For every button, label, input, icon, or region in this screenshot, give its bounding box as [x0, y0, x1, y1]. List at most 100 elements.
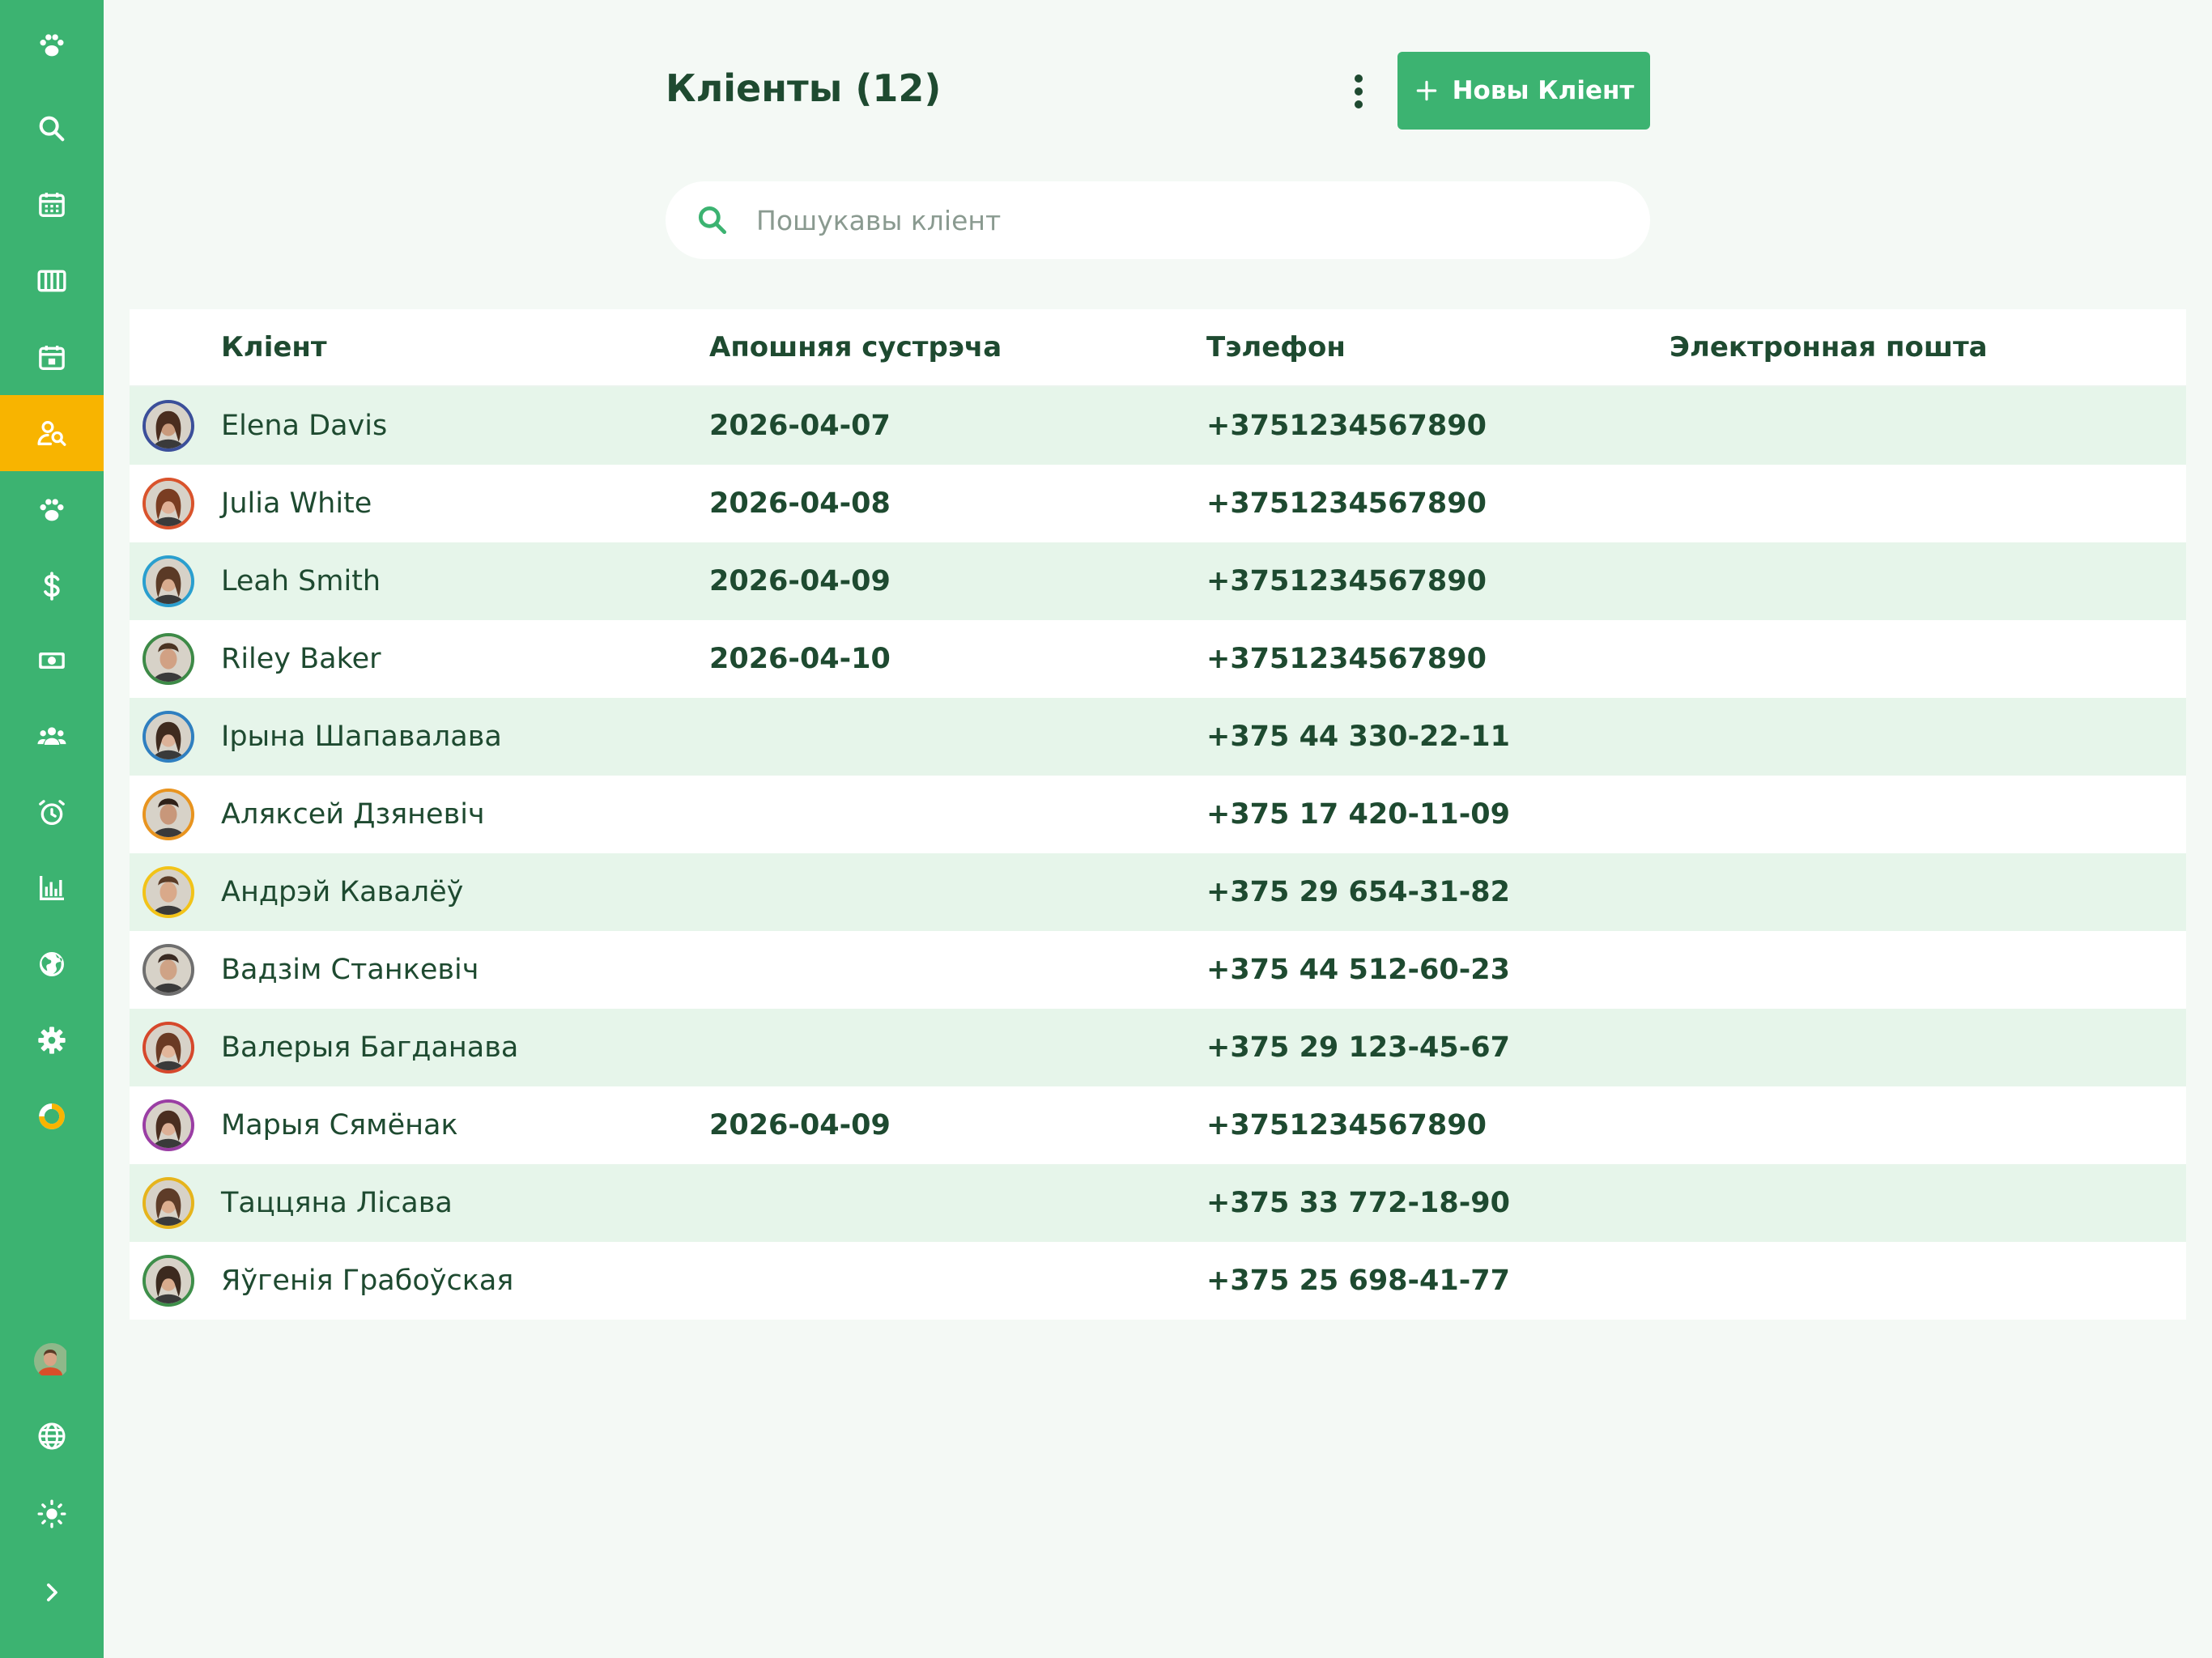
client-name: Марыя Сямёнак: [221, 1109, 458, 1141]
client-avatar: [143, 1022, 194, 1073]
donut-icon: [39, 1103, 65, 1129]
calendar-grid-icon: [39, 193, 65, 217]
bar-chart-icon: [40, 876, 64, 900]
calendar-day-icon: [39, 346, 65, 370]
client-name: Elena Davis: [221, 410, 388, 442]
alarm-clock-icon: [39, 800, 65, 825]
sun-icon: [37, 1499, 66, 1528]
table-row[interactable]: Андрэй Кавалёў +375 29 654-31-82: [130, 853, 2186, 931]
client-name: Андрэй Кавалёў: [221, 876, 464, 908]
table-row[interactable]: Riley Baker 2026-04-10 +3751234567890: [130, 620, 2186, 698]
table-row[interactable]: Вадзім Станкевіч +375 44 512-60-23: [130, 931, 2186, 1009]
user-avatar: [34, 1343, 70, 1379]
sidebar: [0, 0, 104, 1658]
table-row[interactable]: Ірына Шапавалава +375 44 330-22-11: [130, 698, 2186, 776]
users-icon: [37, 727, 66, 745]
more-vertical-icon: [1355, 74, 1363, 108]
last-visit-date: 2026-04-09: [709, 1109, 891, 1141]
client-avatar: [143, 1255, 194, 1307]
language-globe-icon: [38, 1422, 66, 1450]
client-name: Вадзім Станкевіч: [221, 954, 479, 986]
nav-staff[interactable]: [0, 699, 104, 775]
last-visit-date: 2026-04-07: [709, 410, 891, 442]
nav-language[interactable]: [0, 1398, 104, 1474]
table-row[interactable]: Яўгенія Грабоўская +375 25 698-41-77: [130, 1242, 2186, 1320]
client-avatar: [143, 555, 194, 607]
nav-progress[interactable]: [0, 1078, 104, 1154]
client-avatar: [143, 711, 194, 763]
phone-number: +3751234567890: [1206, 565, 1487, 597]
phone-number: +375 33 772-18-90: [1206, 1187, 1510, 1219]
phone-number: +375 44 512-60-23: [1206, 954, 1510, 986]
last-visit-date: 2026-04-10: [709, 643, 891, 675]
table-header: Клiент Апошняя сустрэча Тэлефон Электрон…: [130, 309, 2186, 387]
add-client-label: Новы Клiент: [1452, 76, 1635, 105]
table-row[interactable]: Марыя Сямёнак 2026-04-09 +3751234567890: [130, 1086, 2186, 1164]
nav-payments[interactable]: [0, 623, 104, 699]
client-avatar: [143, 478, 194, 529]
client-name: Riley Baker: [221, 643, 381, 675]
plus-icon: [1416, 80, 1436, 101]
search-icon: [698, 206, 727, 235]
client-avatar: [143, 633, 194, 685]
phone-number: +375 44 330-22-11: [1206, 721, 1510, 753]
table-row[interactable]: Elena Davis 2026-04-07 +3751234567890: [130, 387, 2186, 465]
phone-number: +375 25 698-41-77: [1206, 1265, 1510, 1297]
paw-icon: [40, 499, 64, 521]
nav-paws-logo[interactable]: [0, 7, 104, 83]
more-options-button[interactable]: [1338, 66, 1380, 117]
table-row[interactable]: Таццяна Лісава +375 33 772-18-90: [130, 1164, 2186, 1242]
banknote-icon: [39, 653, 65, 669]
nav-profile[interactable]: [0, 1323, 104, 1399]
phone-number: +3751234567890: [1206, 410, 1487, 442]
table-row[interactable]: Валерыя Багданава +375 29 123-45-67: [130, 1009, 2186, 1086]
client-name: Таццяна Лісава: [221, 1187, 453, 1219]
nav-day-calendar[interactable]: [0, 320, 104, 396]
client-avatar: [143, 1099, 194, 1151]
table-row[interactable]: Leah Smith 2026-04-09 +3751234567890: [130, 542, 2186, 620]
nav-calendar[interactable]: [0, 167, 104, 243]
phone-number: +3751234567890: [1206, 1109, 1487, 1141]
column-header-phone[interactable]: Тэлефон: [1206, 309, 1346, 385]
nav-reminders[interactable]: [0, 775, 104, 851]
column-header-email[interactable]: Электронная пошта: [1670, 309, 1988, 385]
phone-number: +375 29 123-45-67: [1206, 1031, 1510, 1064]
client-name: Leah Smith: [221, 565, 381, 597]
column-header-client[interactable]: Клiент: [221, 309, 327, 385]
client-name: Валерыя Багданава: [221, 1031, 519, 1064]
column-header-last-visit[interactable]: Апошняя сустрэча: [709, 309, 1002, 385]
client-avatar: [143, 400, 194, 452]
last-visit-date: 2026-04-09: [709, 565, 891, 597]
nav-search[interactable]: [0, 91, 104, 167]
client-avatar: [143, 1177, 194, 1229]
client-avatar: [143, 944, 194, 996]
nav-reports[interactable]: [0, 850, 104, 926]
search-input[interactable]: [755, 203, 1568, 237]
nav-clients[interactable]: [0, 395, 104, 471]
globe-icon: [40, 952, 64, 976]
paw-icon: [40, 34, 64, 57]
nav-online[interactable]: [0, 926, 104, 1002]
phone-number: +375 29 654-31-82: [1206, 876, 1510, 908]
clients-table: Клiент Апошняя сустрэча Тэлефон Электрон…: [130, 309, 2186, 1320]
nav-columns[interactable]: [0, 243, 104, 319]
search-bar[interactable]: [666, 181, 1650, 259]
nav-settings[interactable]: [0, 1002, 104, 1078]
client-name: Аляксей Дзяневіч: [221, 798, 485, 831]
last-visit-date: 2026-04-08: [709, 487, 891, 520]
add-client-button[interactable]: Новы Клiент: [1397, 52, 1650, 130]
nav-theme[interactable]: [0, 1476, 104, 1552]
dollar-icon: [44, 572, 60, 601]
search-icon: [39, 116, 65, 142]
nav-pets[interactable]: [0, 472, 104, 548]
client-avatar: [143, 866, 194, 918]
client-name: Ірына Шапавалава: [221, 721, 502, 753]
nav-prices[interactable]: [0, 548, 104, 624]
phone-number: +3751234567890: [1206, 487, 1487, 520]
table-row[interactable]: Аляксей Дзяневіч +375 17 420-11-09: [130, 776, 2186, 853]
chevron-right-icon: [47, 1584, 57, 1601]
table-row[interactable]: Julia White 2026-04-08 +3751234567890: [130, 465, 2186, 542]
client-avatar: [143, 789, 194, 840]
page-title: Клiенты (12): [666, 66, 942, 110]
nav-expand[interactable]: [0, 1554, 104, 1630]
